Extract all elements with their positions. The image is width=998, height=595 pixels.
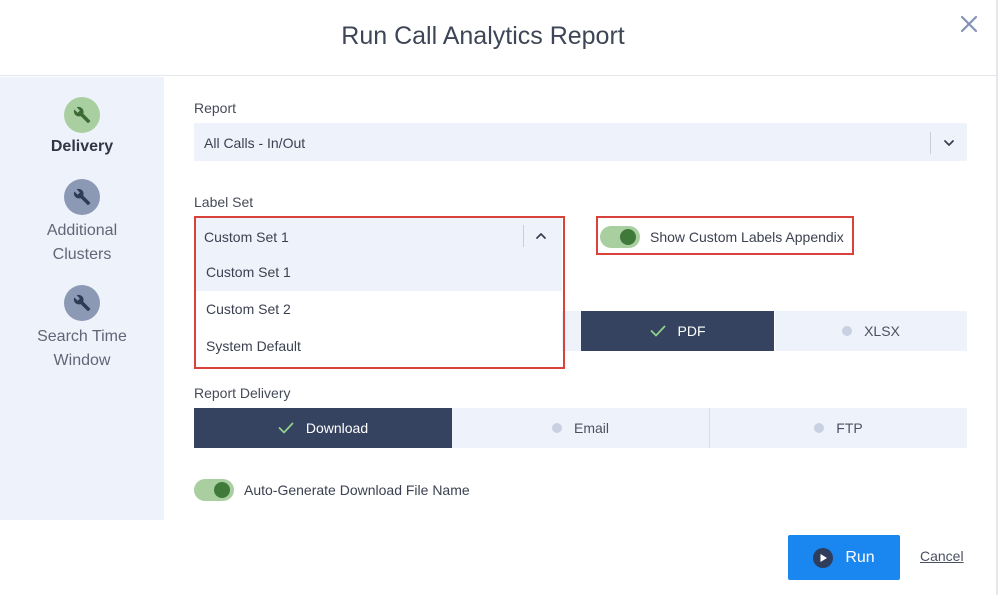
delivery-download-label: Download <box>305 420 369 436</box>
report-label: Report <box>194 100 237 116</box>
report-select[interactable]: All Calls - In/Out <box>194 123 967 161</box>
dialog-header: Run Call Analytics Report <box>0 0 996 76</box>
sidebar-step-label: Additional Clusters <box>46 222 118 263</box>
sidebar-step-search-time-window[interactable]: Search Time Window <box>0 285 164 373</box>
report-select-value: All Calls - In/Out <box>204 135 306 151</box>
format-xlsx-option[interactable]: XLSX <box>775 311 967 351</box>
select-divider <box>930 132 931 154</box>
report-delivery-label: Report Delivery <box>194 385 291 401</box>
chevron-down-icon[interactable] <box>942 136 956 150</box>
run-report-dialog: Run Call Analytics Report Delivery Addit… <box>0 0 998 595</box>
wizard-sidebar: Delivery Additional Clusters Search Time… <box>0 77 164 520</box>
cancel-link[interactable]: Cancel <box>920 548 964 564</box>
run-button[interactable]: Run <box>788 535 900 580</box>
auto-generate-filename-toggle[interactable] <box>194 479 234 501</box>
dialog-title: Run Call Analytics Report <box>341 22 625 50</box>
sidebar-step-label: Delivery <box>50 138 114 155</box>
check-icon <box>650 325 665 337</box>
play-icon <box>813 547 834 568</box>
radio-dot-icon <box>814 423 825 433</box>
close-icon[interactable] <box>957 12 981 36</box>
delivery-email-option[interactable]: Email <box>452 408 709 448</box>
label-set-label: Label Set <box>194 194 254 210</box>
sidebar-step-delivery[interactable]: Delivery <box>0 97 164 159</box>
delivery-ftp-label: FTP <box>836 420 863 436</box>
radio-dot-icon <box>551 423 562 433</box>
delivery-download-option[interactable]: Download <box>194 408 452 448</box>
wrench-icon <box>64 179 100 215</box>
format-pdf-label: PDF <box>677 323 706 339</box>
wrench-icon <box>64 285 100 321</box>
run-button-label: Run <box>845 548 875 566</box>
label-set-highlight-box <box>194 216 565 369</box>
appendix-highlight-box <box>596 216 854 255</box>
wrench-icon <box>64 97 100 133</box>
check-icon <box>278 422 294 434</box>
format-xlsx-label: XLSX <box>864 323 900 339</box>
toggle-knob <box>214 482 230 498</box>
delivery-email-label: Email <box>573 420 609 436</box>
auto-generate-filename-label: Auto-Generate Download File Name <box>244 482 470 498</box>
sidebar-step-additional-clusters[interactable]: Additional Clusters <box>0 179 164 267</box>
format-pdf-option[interactable]: PDF <box>581 311 774 351</box>
radio-dot-icon <box>842 326 853 336</box>
sidebar-step-label: Search Time Window <box>37 328 127 369</box>
delivery-ftp-option[interactable]: FTP <box>710 408 967 448</box>
